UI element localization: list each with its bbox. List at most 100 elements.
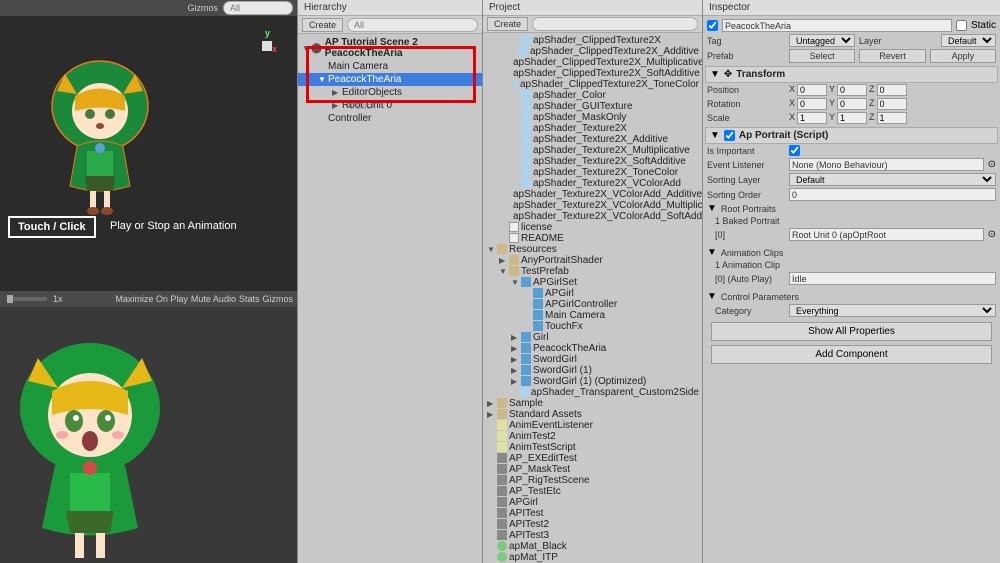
project-item[interactable]: AP_MaskTest (483, 464, 702, 475)
project-item[interactable]: apShader_Color (483, 90, 702, 101)
scene-search[interactable] (223, 1, 293, 15)
project-item[interactable]: AP_RigTestScene (483, 475, 702, 486)
object-picker-icon[interactable]: ⊙ (988, 159, 996, 170)
project-item[interactable]: AP_EXEditTest (483, 453, 702, 464)
project-item[interactable]: apMat_ITP (483, 552, 702, 563)
hierarchy-tab[interactable]: Hierarchy (298, 0, 482, 16)
event-listener-field[interactable] (789, 158, 984, 171)
script-enabled[interactable] (724, 130, 735, 141)
project-item[interactable]: ▼APGirlSet (483, 277, 702, 288)
game-view[interactable] (0, 307, 297, 563)
project-item[interactable]: apShader_ClippedTexture2X (483, 35, 702, 46)
touch-click-button[interactable]: Touch / Click (8, 216, 96, 238)
project-item[interactable]: ▶PeacockTheAria (483, 343, 702, 354)
pos-y[interactable] (837, 84, 867, 96)
project-item[interactable]: apShader_ClippedTexture2X_ToneColor (483, 79, 702, 90)
gameobject-name[interactable] (722, 19, 952, 32)
project-item[interactable]: apShader_Texture2X_VColorAdd (483, 178, 702, 189)
static-checkbox[interactable] (956, 20, 967, 31)
project-item[interactable]: ▶SwordGirl (1) (483, 365, 702, 376)
project-item[interactable]: ▼TestPrefab (483, 266, 702, 277)
project-item[interactable]: apShader_ClippedTexture2X_Additive (483, 46, 702, 57)
project-item[interactable]: APITest (483, 508, 702, 519)
project-item[interactable]: apShader_ClippedTexture2X_Multiplicative (483, 57, 702, 68)
maximize-toggle[interactable]: Maximize On Play (115, 294, 188, 304)
gizmos-label[interactable]: Gizmos (187, 3, 218, 13)
category-select[interactable]: Everything (789, 304, 996, 317)
project-item[interactable]: ▶Sample (483, 398, 702, 409)
transform-header[interactable]: ▼✥ Transform (705, 66, 998, 83)
inspector-tab[interactable]: Inspector (703, 0, 1000, 16)
project-item[interactable]: APGirl (483, 497, 702, 508)
prefab-select[interactable]: Select (789, 49, 855, 63)
rot-y[interactable] (837, 98, 867, 110)
project-item[interactable]: apShader_Texture2X_VColorAdd_Additive (483, 189, 702, 200)
project-item[interactable]: APGirlController (483, 299, 702, 310)
project-item[interactable]: APITest3 (483, 530, 702, 541)
project-item[interactable]: apShader_MaskOnly (483, 112, 702, 123)
project-item[interactable]: APITest2 (483, 519, 702, 530)
sorting-order-input[interactable] (789, 188, 996, 201)
hierarchy-item[interactable]: ▼PeacockTheAria (298, 73, 482, 86)
project-item[interactable]: AnimEventListener (483, 420, 702, 431)
project-item[interactable]: ▶SwordGirl (1) (Optimized) (483, 376, 702, 387)
sorting-layer-select[interactable]: Default (789, 173, 996, 186)
project-item[interactable]: apShader_Transparent_Custom2Side (483, 387, 702, 398)
control-params-header[interactable]: Control Parameters (721, 292, 799, 302)
project-item[interactable]: apShader_Texture2X_SoftAdditive (483, 156, 702, 167)
scale-x[interactable] (797, 112, 827, 124)
project-item[interactable]: apShader_ClippedTexture2X_SoftAdditive (483, 68, 702, 79)
scene-gizmo[interactable]: x y (247, 26, 287, 66)
scale-y[interactable] (837, 112, 867, 124)
project-item[interactable]: license (483, 222, 702, 233)
scale-z[interactable] (877, 112, 907, 124)
apportrait-header[interactable]: ▼ Ap Portrait (Script) (705, 127, 998, 144)
rot-z[interactable] (877, 98, 907, 110)
project-tab[interactable]: Project (483, 0, 702, 16)
project-item[interactable]: AnimTestScript (483, 442, 702, 453)
stats-toggle[interactable]: Stats (239, 294, 260, 304)
project-item[interactable]: Main Camera (483, 310, 702, 321)
project-item[interactable]: ▶Standard Assets (483, 409, 702, 420)
rot-x[interactable] (797, 98, 827, 110)
root-portraits-header[interactable]: Root Portraits (721, 204, 799, 214)
project-item[interactable]: ▶SwordGirl (483, 354, 702, 365)
scale-slider[interactable] (7, 297, 47, 301)
pos-x[interactable] (797, 84, 827, 96)
project-item[interactable]: APGirl (483, 288, 702, 299)
project-item[interactable]: ▼Resources (483, 244, 702, 255)
hierarchy-search[interactable] (347, 18, 478, 32)
tag-select[interactable]: Untagged (789, 34, 855, 47)
create-button[interactable]: Create (302, 18, 343, 32)
project-item[interactable]: TouchFx (483, 321, 702, 332)
project-item[interactable]: AnimTest2 (483, 431, 702, 442)
scene-root[interactable]: ▼⬤ AP Tutorial Scene 2 PeacockTheAria (298, 36, 482, 60)
project-item[interactable]: AP_TestEtc (483, 486, 702, 497)
project-item[interactable]: apShader_GUITexture (483, 101, 702, 112)
project-item[interactable]: apShader_Texture2X (483, 123, 702, 134)
layer-select[interactable]: Default (941, 34, 996, 47)
object-picker-icon[interactable]: ⊙ (988, 229, 996, 240)
hierarchy-item[interactable]: Main Camera (298, 60, 482, 73)
scene-view[interactable]: x y Back Touch / Click Play or Stop an A… (0, 16, 297, 291)
root-unit-field[interactable] (789, 228, 984, 241)
gizmos-toggle[interactable]: Gizmos (262, 294, 293, 304)
is-important-check[interactable] (789, 145, 800, 156)
project-item[interactable]: apShader_Texture2X_VColorAdd_SoftAdditiv… (483, 211, 702, 222)
hierarchy-item[interactable]: Controller (298, 112, 482, 125)
mute-toggle[interactable]: Mute Audio (191, 294, 236, 304)
show-all-properties-button[interactable]: Show All Properties (711, 322, 992, 341)
anim-clips-header[interactable]: Animation Clips (721, 248, 799, 258)
anim-clip-field[interactable] (789, 272, 996, 285)
project-create[interactable]: Create (487, 17, 528, 31)
project-item[interactable]: apShader_Texture2X_Additive (483, 134, 702, 145)
prefab-apply[interactable]: Apply (930, 49, 996, 63)
project-item[interactable]: README (483, 233, 702, 244)
prefab-revert[interactable]: Revert (859, 49, 925, 63)
pos-z[interactable] (877, 84, 907, 96)
add-component-button[interactable]: Add Component (711, 345, 992, 364)
project-item[interactable]: ▶AnyPortraitShader (483, 255, 702, 266)
enabled-checkbox[interactable] (707, 20, 718, 31)
project-item[interactable]: apShader_Texture2X_Multiplicative (483, 145, 702, 156)
project-item[interactable]: apShader_Texture2X_VColorAdd_Multiplicat… (483, 200, 702, 211)
